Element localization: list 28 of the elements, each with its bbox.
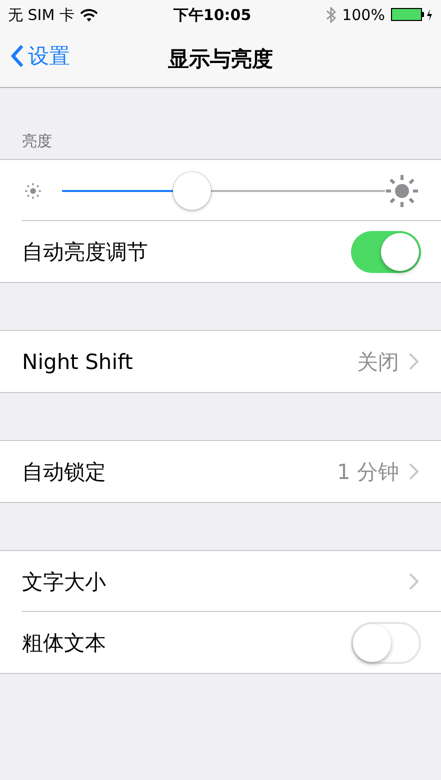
brightness-slider[interactable] xyxy=(62,170,385,210)
toggle-switch[interactable] xyxy=(351,230,421,272)
toggle-switch[interactable] xyxy=(351,622,421,664)
back-chevron-icon xyxy=(10,44,24,68)
wifi-icon xyxy=(80,8,98,22)
battery-charging-icon xyxy=(390,8,433,22)
page-title: 显示与亮度 xyxy=(168,46,273,72)
setting-label: 粗体文本 xyxy=(22,630,107,656)
settings-row[interactable]: 文字大小 xyxy=(0,551,441,612)
settings-row[interactable]: Night Shift 关闭 xyxy=(0,331,441,392)
clock-text: 下午10:05 xyxy=(173,6,252,24)
setting-label: 自动亮度调节 xyxy=(22,238,149,266)
section-header: 亮度 xyxy=(21,132,53,152)
slider-thumb[interactable] xyxy=(173,172,212,210)
settings-row[interactable]: 自动锁定 1 分钟 xyxy=(0,441,441,502)
setting-label: 自动锁定 xyxy=(22,458,107,486)
sun-large-icon xyxy=(385,174,419,208)
bluetooth-icon xyxy=(326,7,336,23)
setting-label: Night Shift xyxy=(22,350,134,374)
setting-value: 1 分钟 xyxy=(336,458,399,486)
chevron-icon xyxy=(409,353,419,370)
battery-percent-text: 100% xyxy=(342,6,385,24)
setting-label: 文字大小 xyxy=(22,568,107,596)
chevron-icon xyxy=(409,463,419,480)
chevron-icon xyxy=(409,573,419,590)
carrier-text: 无 SIM 卡 xyxy=(8,6,74,24)
back-button[interactable]: 设置 xyxy=(10,42,70,70)
setting-value: 关闭 xyxy=(357,348,399,376)
